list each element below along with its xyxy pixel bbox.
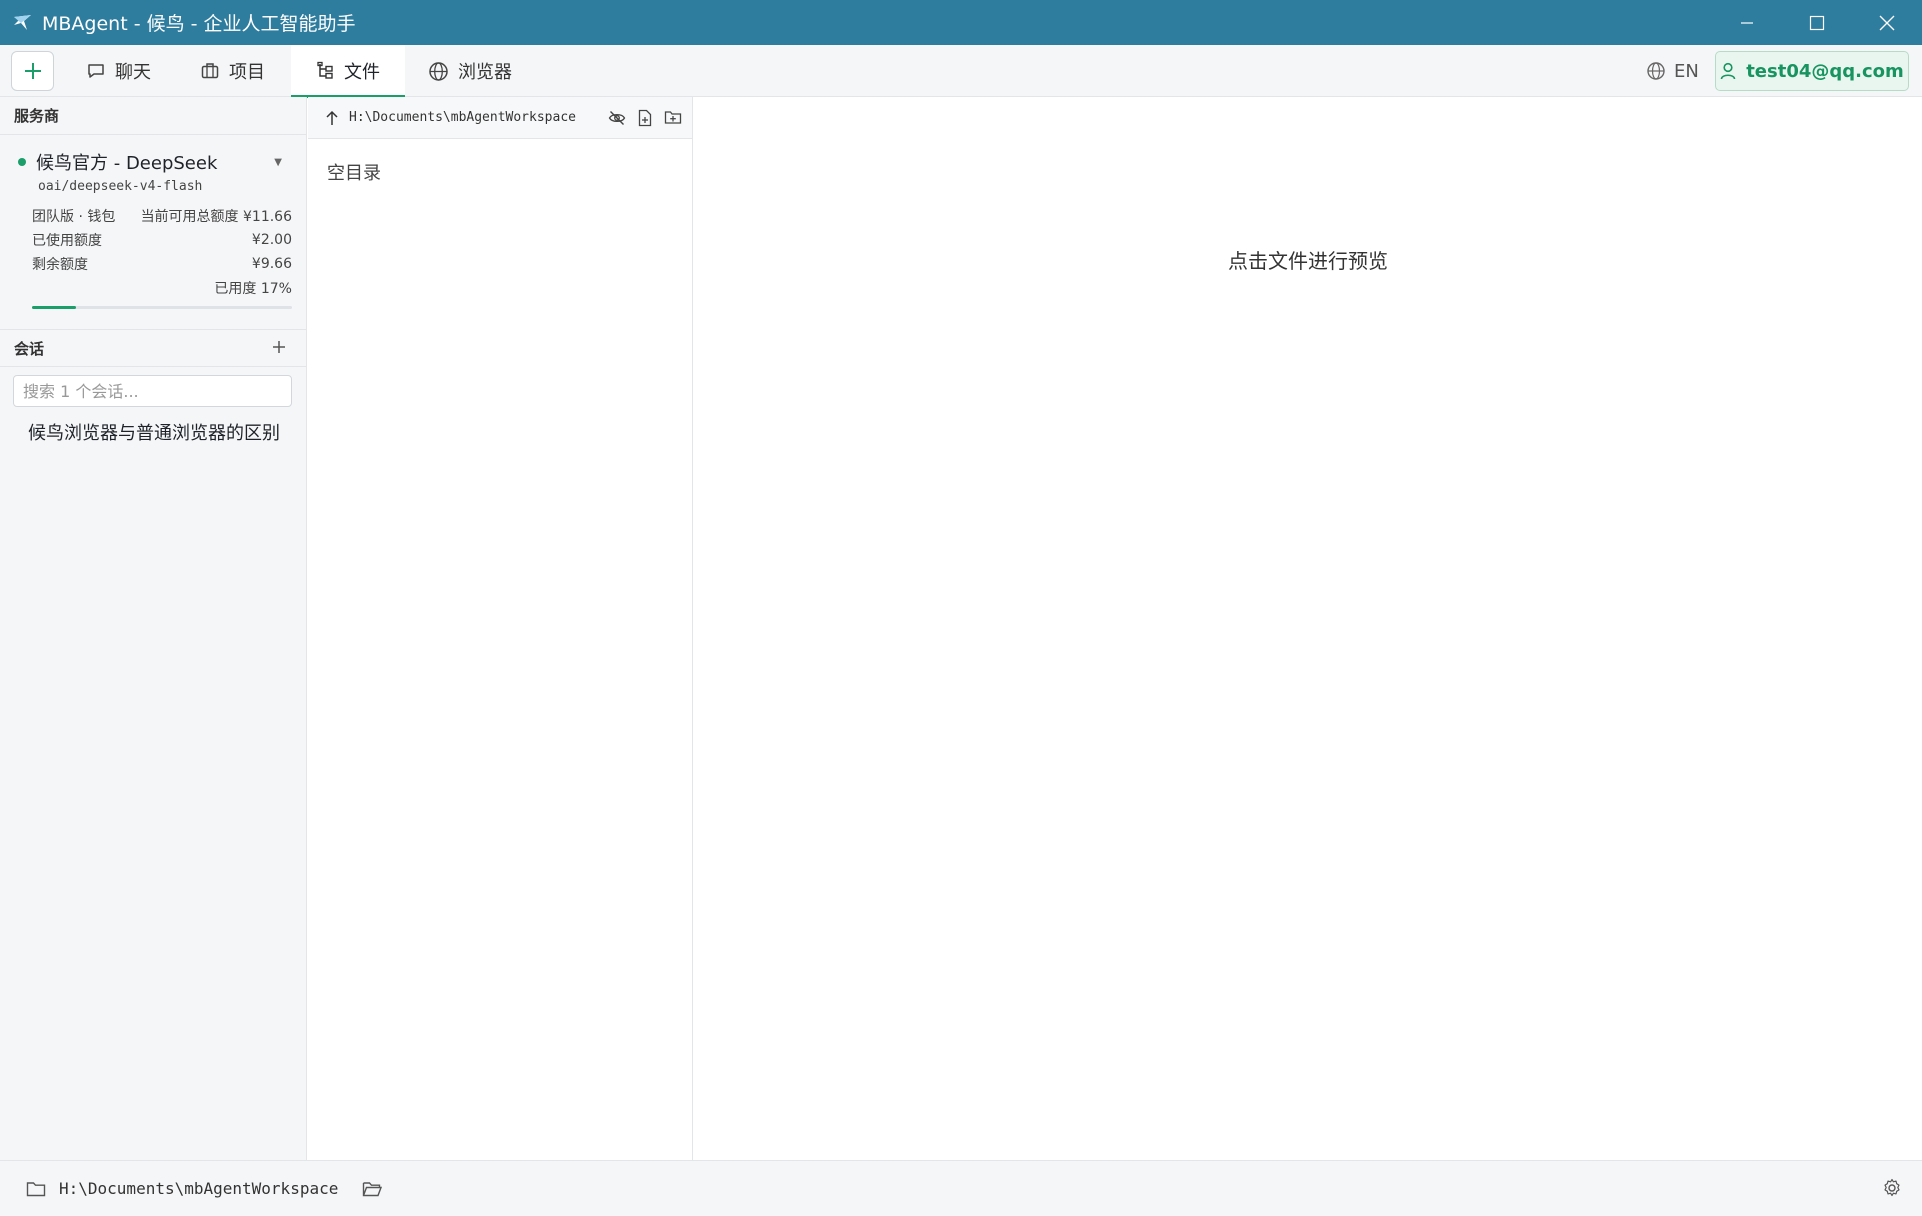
current-path: H:\Documents\mbAgentWorkspace bbox=[349, 110, 576, 125]
session-search[interactable] bbox=[13, 375, 292, 407]
new-file-button[interactable] bbox=[637, 109, 653, 127]
title-bar: MBAgent - 候鸟 - 企业人工智能助手 bbox=[0, 0, 1922, 45]
provider-selector[interactable]: 候鸟官方 - DeepSeek ▼ oai/deepseek-v4-flash bbox=[0, 135, 306, 194]
globe-icon bbox=[1646, 61, 1666, 81]
new-folder-button[interactable] bbox=[664, 109, 682, 127]
briefcase-icon bbox=[200, 61, 220, 81]
status-dot bbox=[18, 158, 26, 166]
folder-open-icon bbox=[363, 1181, 383, 1196]
window-title: MBAgent - 候鸟 - 企业人工智能助手 bbox=[42, 13, 356, 35]
plus-icon bbox=[273, 341, 285, 353]
chat-bubble-icon bbox=[86, 61, 106, 81]
globe-icon bbox=[428, 61, 449, 82]
sessions-section: 会话 候鸟浏览器与普通浏览器的区别 bbox=[0, 329, 306, 445]
preview-panel: 点击文件进行预览 bbox=[694, 97, 1922, 1160]
status-bar: H:\Documents\mbAgentWorkspace bbox=[0, 1160, 1922, 1216]
minimize-icon bbox=[1741, 21, 1753, 24]
empty-directory-text: 空目录 bbox=[327, 163, 381, 184]
total-quota: 当前可用总额度 ¥11.66 bbox=[140, 209, 292, 225]
plan-label: 团队版 · 钱包 bbox=[32, 209, 116, 225]
left-sidebar: 服务商 候鸟官方 - DeepSeek ▼ oai/deepseek-v4-fl… bbox=[0, 97, 307, 1160]
arrow-up-icon bbox=[326, 110, 338, 125]
tab-projects-label: 项目 bbox=[229, 62, 265, 83]
usage-text: 已用度 17% bbox=[214, 281, 292, 297]
plus-icon bbox=[24, 63, 41, 79]
maximize-button[interactable] bbox=[1782, 0, 1852, 45]
close-window-button[interactable] bbox=[1852, 0, 1922, 45]
language-switch[interactable]: EN bbox=[1646, 45, 1699, 97]
language-label: EN bbox=[1674, 60, 1699, 82]
settings-button[interactable] bbox=[1882, 1178, 1902, 1198]
remain-value: ¥9.66 bbox=[251, 256, 292, 272]
used-value: ¥2.00 bbox=[251, 232, 292, 248]
remain-label: 剩余额度 bbox=[32, 257, 88, 273]
workspace-path: H:\Documents\mbAgentWorkspace bbox=[59, 1179, 339, 1198]
provider-name: 候鸟官方 - DeepSeek bbox=[36, 153, 218, 174]
quota-panel: 团队版 · 钱包 当前可用总额度 ¥11.66 已使用额度 ¥2.00 剩余额度… bbox=[0, 204, 306, 309]
preview-hint: 点击文件进行预览 bbox=[1228, 249, 1388, 273]
used-label: 已使用额度 bbox=[32, 233, 102, 249]
up-directory-button[interactable] bbox=[325, 110, 339, 126]
toggle-hidden-button[interactable] bbox=[608, 109, 626, 127]
close-icon bbox=[1879, 15, 1895, 30]
tab-projects[interactable]: 项目 bbox=[200, 45, 265, 97]
model-id: oai/deepseek-v4-flash bbox=[38, 179, 203, 194]
folder-plus-icon bbox=[664, 110, 682, 124]
tab-browser-label: 浏览器 bbox=[458, 62, 512, 83]
tab-chat[interactable]: 聊天 bbox=[86, 45, 151, 97]
sessions-header: 会话 bbox=[14, 339, 45, 358]
user-icon bbox=[1720, 62, 1736, 80]
new-button[interactable] bbox=[11, 51, 54, 91]
maximize-icon bbox=[1809, 15, 1825, 30]
usage-progress-fill bbox=[32, 306, 77, 309]
usage-progress-bar bbox=[32, 306, 292, 309]
file-panel: H:\Documents\mbAgentWorkspace 空目录 bbox=[308, 97, 693, 1160]
bird-logo-icon bbox=[12, 12, 34, 34]
session-search-input[interactable] bbox=[14, 381, 291, 401]
user-email: test04@qq.com bbox=[1746, 60, 1904, 82]
caret-down-icon[interactable]: ▼ bbox=[274, 157, 282, 168]
tab-browser[interactable]: 浏览器 bbox=[428, 45, 512, 97]
folder-icon bbox=[26, 1180, 46, 1198]
add-session-button[interactable] bbox=[270, 338, 288, 356]
tab-files-label: 文件 bbox=[344, 62, 380, 83]
tab-chat-label: 聊天 bbox=[115, 62, 151, 83]
eye-off-icon bbox=[608, 110, 626, 125]
open-folder-button[interactable] bbox=[362, 1180, 383, 1198]
minimize-button[interactable] bbox=[1712, 0, 1782, 45]
session-item[interactable]: 候鸟浏览器与普通浏览器的区别 bbox=[28, 419, 306, 445]
user-account-button[interactable]: test04@qq.com bbox=[1715, 51, 1909, 91]
top-tab-bar: 聊天 项目 文件 浏览器 EN test04@qq.com bbox=[0, 45, 1922, 98]
provider-section-header: 服务商 bbox=[0, 97, 306, 135]
tab-files[interactable]: 文件 bbox=[291, 45, 405, 98]
file-tree-icon bbox=[315, 61, 335, 81]
gear-icon bbox=[1884, 1178, 1900, 1197]
file-path-bar: H:\Documents\mbAgentWorkspace bbox=[308, 97, 692, 139]
file-plus-icon bbox=[638, 109, 652, 126]
